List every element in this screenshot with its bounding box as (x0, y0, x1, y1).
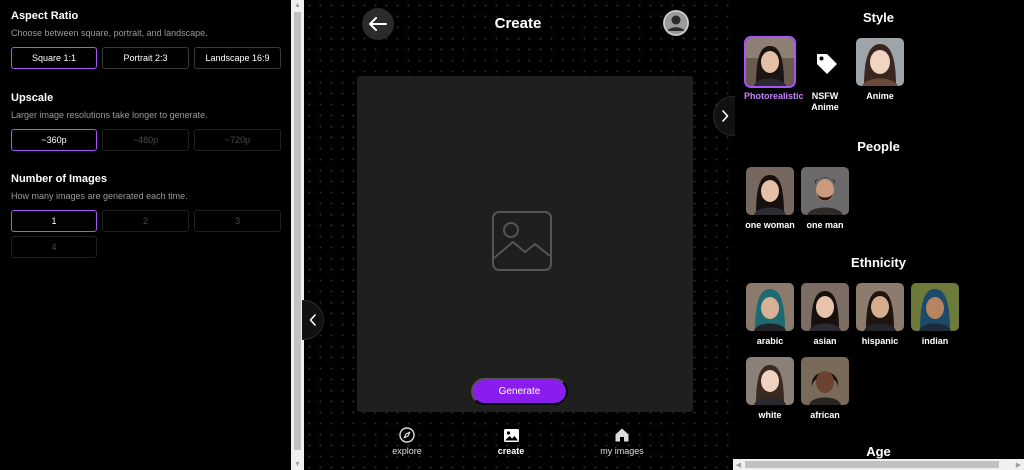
woman-portrait-icon (801, 357, 849, 405)
style-nsfw-anime[interactable]: NSFW Anime (800, 38, 850, 113)
white-thumbnail (746, 357, 794, 405)
style-nsfw-anime-label: NSFW Anime (811, 91, 839, 112)
count-2-button[interactable]: 2 (102, 210, 189, 232)
woman-portrait-icon (801, 283, 849, 331)
image-canvas: Generate (357, 76, 693, 412)
people-one-woman[interactable]: one woman (745, 167, 795, 231)
number-of-images-title: Number of Images (11, 173, 107, 185)
man-portrait-icon (801, 167, 849, 215)
horizontal-scrollbar-thumb[interactable] (745, 461, 999, 468)
nav-explore[interactable]: explore (372, 424, 442, 456)
photorealistic-thumbnail (744, 36, 796, 88)
ethnicity-arabic[interactable]: arabic (745, 283, 795, 347)
count-3-button[interactable]: 3 (194, 210, 281, 232)
scroll-right-arrow-icon[interactable]: ▶ (1013, 459, 1024, 470)
ethnicity-hispanic[interactable]: hispanic (855, 283, 905, 347)
woman-portrait-icon (746, 357, 794, 405)
asian-thumbnail (801, 283, 849, 331)
hispanic-thumbnail (856, 283, 904, 331)
one-woman-label: one woman (745, 220, 795, 230)
upscale-480p-button[interactable]: ~480p (102, 129, 189, 151)
scroll-down-arrow-icon[interactable]: ▼ (291, 459, 304, 470)
nsfw-anime-thumbnail (801, 38, 849, 86)
one-woman-thumbnail (746, 167, 794, 215)
image-placeholder-icon (492, 211, 552, 271)
hispanic-label: hispanic (861, 336, 899, 346)
anime-portrait-icon (856, 38, 904, 86)
aspect-landscape-button[interactable]: Landscape 16:9 (194, 47, 281, 69)
style-photorealistic-label: Photorealistic (744, 91, 804, 101)
aspect-ratio-title: Aspect Ratio (11, 10, 79, 22)
right-panel-horizontal-scrollbar[interactable]: ◀ ▶ (733, 459, 1024, 470)
scroll-left-arrow-icon[interactable]: ◀ (733, 459, 744, 470)
create-workspace: Create Generate explore create my images (304, 0, 732, 470)
number-of-images-description: How many images are generated each time. (11, 191, 188, 201)
chevron-left-icon (309, 314, 316, 326)
nav-my-images[interactable]: my images (587, 424, 657, 456)
nav-my-images-label: my images (600, 446, 644, 456)
aspect-ratio-description: Choose between square, portrait, and lan… (11, 28, 208, 38)
style-anime[interactable]: Anime (855, 38, 905, 102)
home-icon (615, 428, 629, 442)
user-icon (663, 10, 689, 36)
asian-label: asian (813, 336, 837, 346)
anime-thumbnail (856, 38, 904, 86)
scroll-up-arrow-icon[interactable]: ▲ (291, 0, 304, 11)
aspect-portrait-button[interactable]: Portrait 2:3 (102, 47, 189, 69)
white-label: white (758, 410, 782, 420)
filters-panel: Style Photorealistic NSFW Anime Anime Pe… (733, 0, 1024, 459)
indian-thumbnail (911, 283, 959, 331)
upscale-720p-button[interactable]: ~720p (194, 129, 281, 151)
style-title: Style (862, 10, 895, 25)
scrollbar-thumb[interactable] (294, 12, 301, 450)
nav-create-label: create (497, 446, 525, 456)
african-thumbnail (801, 357, 849, 405)
african-label: african (810, 410, 840, 420)
user-avatar[interactable] (663, 10, 689, 36)
woman-portrait-icon (911, 283, 959, 331)
people-title: People (857, 139, 900, 154)
woman-portrait-icon (746, 38, 794, 86)
ethnicity-indian[interactable]: indian (910, 283, 960, 347)
indian-label: indian (921, 336, 949, 346)
nav-explore-label: explore (392, 446, 422, 456)
style-photorealistic[interactable]: Photorealistic (744, 36, 804, 102)
center-spacer (720, 0, 733, 470)
woman-portrait-icon (856, 283, 904, 331)
one-man-thumbnail (801, 167, 849, 215)
woman-portrait-icon (746, 167, 794, 215)
settings-panel: Aspect Ratio Choose between square, port… (0, 0, 291, 470)
count-4-button[interactable]: 4 (11, 236, 97, 258)
arabic-thumbnail (746, 283, 794, 331)
upscale-title: Upscale (11, 92, 54, 104)
age-title: Age (866, 444, 891, 459)
ethnicity-white[interactable]: white (745, 357, 795, 421)
upscale-description: Larger image resolutions take longer to … (11, 110, 208, 120)
ethnicity-african[interactable]: african (800, 357, 850, 421)
style-anime-label: Anime (866, 91, 894, 101)
count-1-button[interactable]: 1 (11, 210, 97, 232)
photo-icon (503, 428, 519, 442)
left-panel-scrollbar[interactable]: ▲ ▼ (291, 0, 304, 470)
generate-button[interactable]: Generate (471, 378, 568, 405)
tag-icon (817, 54, 837, 74)
woman-portrait-icon (746, 283, 794, 331)
ethnicity-asian[interactable]: asian (800, 283, 850, 347)
nav-create[interactable]: create (476, 424, 546, 456)
chevron-right-icon (721, 110, 728, 122)
arabic-label: arabic (756, 336, 784, 346)
ethnicity-title: Ethnicity (851, 255, 906, 270)
people-one-man[interactable]: one man (800, 167, 850, 231)
one-man-label: one man (806, 220, 844, 230)
upscale-360p-button[interactable]: ~360p (11, 129, 97, 151)
aspect-square-button[interactable]: Square 1:1 (11, 47, 97, 69)
compass-icon (399, 427, 415, 443)
